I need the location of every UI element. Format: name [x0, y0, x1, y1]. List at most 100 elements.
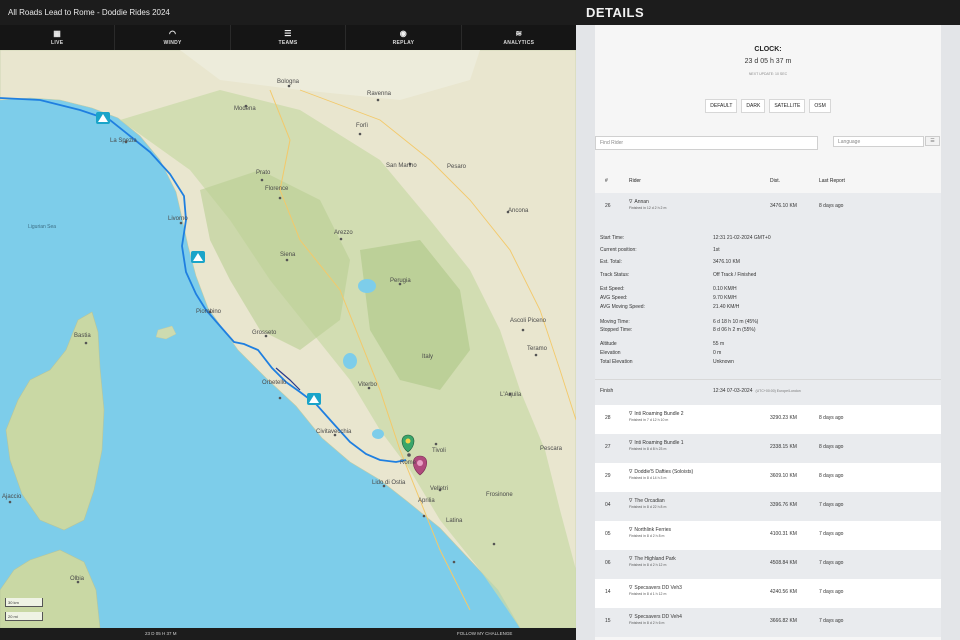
style-default-button[interactable]: DEFAULT — [705, 99, 738, 113]
list-icon: ☰ — [284, 28, 292, 38]
place-label: Ravenna — [367, 91, 392, 97]
finish-time: 12:34 07-03-2024 — [713, 388, 753, 394]
nav-analytics-label: ANALYTICS — [503, 39, 535, 46]
rider-name: Northlink Ferries — [634, 527, 672, 533]
col-last-report[interactable]: Last Report — [819, 178, 845, 184]
detail-value: 6 d 18 h 10 m (45%) — [713, 319, 759, 325]
style-osm-button[interactable]: OSM — [809, 99, 831, 113]
place-label: Viterbo — [358, 382, 378, 388]
rider-num: 27 — [605, 444, 611, 450]
rider-finished: Finished in 8 d 8 h 23 m — [629, 447, 667, 451]
table-row[interactable]: 28 ∇ Inti Roaming Bundle 2 Finished in 7 d… — [595, 405, 941, 434]
rider-last-report: 7 days ago — [819, 618, 844, 624]
finish-label: Finish — [600, 388, 614, 394]
map-pane: All Roads Lead to Rome - Doddie Rides 20… — [0, 0, 576, 640]
rider-name: Doddie'5 Dafties (Soloists) — [634, 469, 694, 475]
place-label: Modena — [234, 106, 256, 112]
style-satellite-button[interactable]: SATELLITE — [769, 99, 806, 113]
rider-name: The Highland Park — [634, 556, 676, 562]
table-row[interactable]: 29 ∇ Doddie'5 Dafties (Soloists) Finished … — [595, 463, 941, 492]
place-label: San Marino — [386, 163, 417, 169]
language-toggle-button[interactable]: ☰ — [925, 136, 940, 146]
detail-label: Total Elevation — [600, 359, 633, 365]
bike-icon: ∇ — [629, 527, 633, 533]
nav-live[interactable]: ▦ LIVE — [0, 25, 116, 50]
rider-name: Specsavers DD Veh3 — [634, 585, 682, 591]
find-rider-input[interactable]: Find Rider — [595, 136, 818, 150]
replay-icon: ◉ — [399, 28, 408, 38]
app-title: All Roads Lead to Rome - Doddie Rides 20… — [0, 0, 576, 25]
language-select[interactable]: Language — [833, 136, 924, 147]
place-label: Lido di Ostia — [372, 480, 406, 486]
rider-num: 14 — [605, 589, 611, 595]
rider-cell: ∇ The Highland Park Finished in 8 d 2 h 12… — [629, 556, 676, 567]
rider-finished: Finished in 8 d 14 h 3 m — [629, 476, 667, 480]
table-row[interactable]: 14 ∇ Specsavers DD Veh3 Finished in 8 d 1 … — [595, 579, 941, 608]
rider-last-report: 8 days ago — [819, 203, 844, 209]
nav-windy[interactable]: ◠ WINDY — [115, 25, 231, 50]
rider-last-report: 7 days ago — [819, 531, 844, 537]
detail-label: AVG Speed: — [600, 295, 628, 301]
place-label: Aprilia — [418, 498, 435, 504]
detail-label: Stopped Time: — [600, 327, 633, 333]
campsite-marker-1[interactable] — [96, 112, 110, 124]
nav-live-label: LIVE — [51, 39, 64, 46]
place-label: Livorno — [168, 216, 188, 222]
rider-num: 06 — [605, 560, 611, 566]
detail-value: Off Track / Finished — [713, 272, 757, 278]
status-clock: 23 D 05 H 37 M — [145, 631, 177, 636]
style-dark-button[interactable]: DARK — [741, 99, 766, 113]
bike-icon: ∇ — [629, 440, 633, 446]
col-dist: Dist. — [770, 178, 780, 184]
place-label: L'Aquila — [500, 392, 522, 398]
table-row[interactable]: 15 ∇ Specsavers DD Veh4 Finished in 8 d 2 … — [595, 608, 941, 637]
lake-bracciano — [372, 429, 384, 439]
details-panel: CLOCK: 23 d 05 h 37 m NEXT UPDATE: 10 SE… — [595, 25, 941, 640]
table-row[interactable]: 04 ∇ The Orcadian Finished in 8 d 22 h 8 m… — [595, 492, 941, 521]
rider-last-report: 8 days ago — [819, 415, 844, 421]
bike-icon: ∇ — [629, 498, 633, 504]
rider-finished: Finished in 8 d 2 h 8 m — [629, 534, 665, 538]
nav-teams[interactable]: ☰ TEAMS — [231, 25, 347, 50]
nav-analytics[interactable]: ≋ ANALYTICS — [462, 25, 576, 50]
table-row-selected[interactable]: 26 ∇ Annan Finished in 12 d 2 h 2 m 3476.… — [595, 193, 941, 222]
detail-value: 21.40 KM/H — [713, 304, 740, 310]
map-svg: Modena Bologna Ravenna Forlì La Spezia L… — [0, 50, 576, 628]
rider-finished: Finished in 7 d 12 h 10 m — [629, 418, 669, 422]
table-row[interactable]: 05 ∇ Northlink Ferries Finished in 8 d 2 h… — [595, 521, 941, 550]
rider-name: The Orcadian — [634, 498, 665, 504]
table-header: # Rider Dist. Last Report — [595, 175, 941, 187]
map-style-switcher: DEFAULT DARK SATELLITE OSM — [595, 99, 941, 113]
table-row[interactable]: 27 ∇ Inti Roaming Bundle 1 Finished in 8 d… — [595, 434, 941, 463]
rider-last-report: 7 days ago — [819, 502, 844, 508]
rider-finished: Finished in 12 d 2 h 2 m — [629, 206, 667, 210]
place-label: Piombino — [196, 309, 222, 315]
bike-icon: ∇ — [629, 469, 633, 475]
rider-dist: 3609.10 KM — [770, 473, 797, 479]
map-icon: ▦ — [53, 28, 62, 38]
campsite-marker-3[interactable] — [307, 393, 321, 405]
rider-num: 29 — [605, 473, 611, 479]
map-canvas[interactable]: Modena Bologna Ravenna Forlì La Spezia L… — [0, 50, 576, 628]
place-label: Velletri — [430, 486, 448, 492]
main-nav: ▦ LIVE ◠ WINDY ☰ TEAMS ◉ REPLAY ≋ ANALYT… — [0, 25, 576, 50]
rider-cell: ∇ Specsavers DD Veh3 Finished in 8 d 1 h 1… — [629, 585, 682, 596]
table-row[interactable]: 06 ∇ The Highland Park Finished in 8 d 2 h… — [595, 550, 941, 579]
campsite-marker-2[interactable] — [191, 251, 205, 263]
place-label: Rome — [400, 460, 417, 466]
detail-label: Current position: — [600, 247, 637, 253]
rider-cell: ∇ Northlink Ferries Finished in 8 d 2 h 8 … — [629, 527, 671, 538]
bike-icon: ∇ — [629, 614, 633, 620]
follow-challenge-link[interactable]: FOLLOW MY CHALLENGE — [457, 631, 512, 636]
place-label: Forlì — [356, 123, 368, 129]
detail-value: 9.70 KM/H — [713, 295, 737, 301]
menu-icon: ☰ — [930, 138, 935, 144]
details-pane: DETAILS CLOCK: 23 d 05 h 37 m NEXT UPDAT… — [576, 0, 960, 640]
place-label: Olbia — [70, 576, 85, 582]
rider-name: Inti Roaming Bundle 1 — [634, 440, 684, 446]
detail-value: 1st — [713, 247, 720, 253]
rider-cell: ∇ Annan Finished in 12 d 2 h 2 m — [629, 199, 666, 210]
next-update: NEXT UPDATE: 10 SEC — [748, 72, 788, 76]
nav-replay-label: REPLAY — [392, 39, 415, 46]
nav-replay[interactable]: ◉ REPLAY — [346, 25, 462, 50]
